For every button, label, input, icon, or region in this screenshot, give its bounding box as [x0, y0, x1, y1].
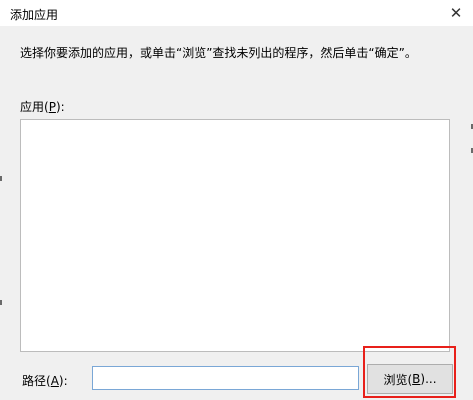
close-icon: ✕: [449, 4, 463, 22]
add-app-dialog: 添加应用 ✕ 选择你要添加的应用，或单击“浏览”查找未列出的程序，然后单击“确定…: [0, 0, 473, 400]
app-list-label-suffix: ):: [55, 100, 65, 114]
path-label-suffix: ):: [58, 374, 68, 388]
browse-access-key: B: [412, 372, 421, 386]
app-list-label-prefix: 应用(: [20, 100, 49, 114]
path-label: 路径(A):: [22, 372, 68, 389]
app-list-access-key: P: [48, 100, 56, 114]
dialog-title: 添加应用: [10, 8, 59, 22]
app-list-label: 应用(P):: [20, 98, 65, 115]
app-list[interactable]: [20, 119, 450, 352]
browse-button[interactable]: 浏览(B)...: [367, 364, 453, 394]
browse-label-suffix: )...: [420, 372, 437, 386]
path-input[interactable]: [92, 366, 359, 390]
left-edge-mark: [0, 300, 2, 305]
path-label-prefix: 路径(: [22, 374, 51, 388]
browse-label-prefix: 浏览(: [383, 372, 413, 387]
path-access-key: A: [50, 374, 59, 388]
close-button[interactable]: ✕: [439, 0, 473, 26]
title-bar: 添加应用 ✕: [0, 0, 473, 26]
left-edge-mark: [0, 176, 2, 181]
instruction-text: 选择你要添加的应用，或单击“浏览”查找未列出的程序，然后单击“确定”。: [20, 46, 417, 60]
